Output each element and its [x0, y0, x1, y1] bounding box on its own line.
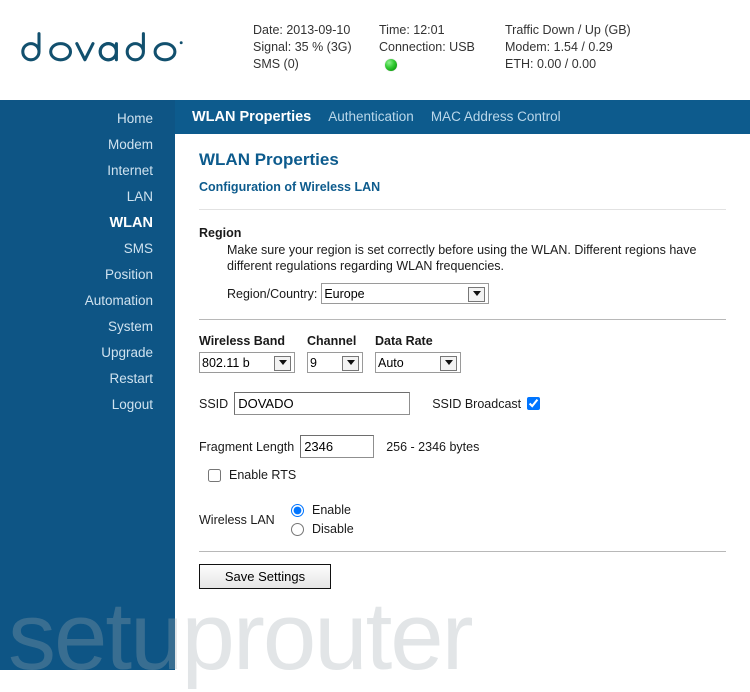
fragment-length-input[interactable]: [300, 435, 375, 458]
sidebar-item-lan[interactable]: LAN: [0, 184, 175, 210]
data-rate-group: Data Rate Auto: [375, 334, 461, 373]
enable-rts-row: Enable RTS: [208, 468, 750, 482]
sidebar-item-system[interactable]: System: [0, 314, 175, 340]
wireless-lan-row: Wireless LAN Enable Disable: [199, 503, 750, 536]
enable-rts-label: Enable RTS: [229, 468, 297, 482]
page-subtitle: Configuration of Wireless LAN: [199, 180, 381, 194]
wireless-lan-enable-label: Enable: [312, 503, 351, 517]
ssid-row: SSID SSID Broadcast: [199, 392, 750, 415]
data-rate-label: Data Rate: [375, 334, 433, 348]
channel-select[interactable]: 9: [307, 352, 363, 373]
status-eth-traffic: ETH: 0.00 / 0.00: [505, 57, 597, 71]
sidebar-item-modem[interactable]: Modem: [0, 132, 175, 158]
sidebar-item-upgrade[interactable]: Upgrade: [0, 340, 175, 366]
channel-group: Channel 9: [307, 334, 363, 373]
save-settings-button[interactable]: Save Settings: [199, 564, 331, 589]
enable-rts-checkbox[interactable]: [208, 468, 221, 482]
status-signal: Signal: 35 % (3G): [253, 40, 352, 54]
sidebar-item-wlan[interactable]: WLAN: [0, 210, 175, 236]
region-select-wrapper: Europe: [321, 283, 490, 304]
status-column-right: Traffic Down / Up (GB) Modem: 1.54 / 0.2…: [505, 22, 631, 73]
sidebar-item-automation[interactable]: Automation: [0, 288, 175, 314]
sidebar: Home Modem Internet LAN WLAN SMS Positio…: [0, 100, 175, 670]
status-sms: SMS (0): [253, 57, 299, 71]
wireless-lan-enable-radio[interactable]: [291, 503, 304, 517]
page-title: WLAN Properties: [199, 150, 339, 169]
status-modem-traffic: Modem: 1.54 / 0.29: [505, 40, 613, 54]
actions-row: Save Settings: [199, 564, 750, 589]
sidebar-item-sms[interactable]: SMS: [0, 236, 175, 262]
wireless-lan-disable-option: Disable: [291, 522, 354, 536]
connection-status-led-icon: [385, 59, 397, 71]
wireless-lan-disable-radio[interactable]: [291, 522, 304, 536]
data-rate-select[interactable]: Auto: [375, 352, 461, 373]
ssid-broadcast-checkbox[interactable]: [527, 397, 541, 410]
content-body: WLAN Properties Configuration of Wireles…: [175, 150, 750, 589]
channel-label: Channel: [307, 334, 357, 348]
sidebar-item-restart[interactable]: Restart: [0, 366, 175, 392]
dovado-logo: [12, 28, 192, 70]
fragment-length-hint: 256 - 2346 bytes: [386, 439, 480, 454]
region-description: Make sure your region is set correctly b…: [227, 243, 697, 273]
tab-authentication[interactable]: Authentication: [328, 100, 414, 134]
tab-bar: WLAN Properties Authentication MAC Addre…: [175, 100, 750, 134]
wireless-lan-label: Wireless LAN: [199, 512, 275, 527]
region-field-row: Region/Country: Europe: [227, 283, 750, 304]
region-country-label: Region/Country:: [227, 286, 318, 301]
channel-select-wrapper: 9: [307, 352, 363, 373]
status-traffic-title: Traffic Down / Up (GB): [505, 23, 631, 37]
status-time: Time: 12:01: [379, 23, 445, 37]
region-section-title: Region: [199, 226, 242, 240]
sidebar-item-home[interactable]: Home: [0, 106, 175, 132]
band-channel-rate-row: Wireless Band 802.11 b Channel 9 Data Ra…: [199, 334, 750, 373]
divider-actions-top: [199, 551, 726, 552]
tab-mac-address-control[interactable]: MAC Address Control: [431, 100, 561, 134]
wireless-band-label: Wireless Band: [199, 334, 286, 348]
main-content: WLAN Properties Authentication MAC Addre…: [175, 100, 750, 670]
wireless-band-select-wrapper: 802.11 b: [199, 352, 295, 373]
sidebar-nav: Home Modem Internet LAN WLAN SMS Positio…: [0, 100, 175, 418]
wireless-band-group: Wireless Band 802.11 b: [199, 334, 295, 373]
fragment-length-row: Fragment Length 256 - 2346 bytes: [199, 435, 750, 458]
radio-settings-section: Wireless Band 802.11 b Channel 9 Data Ra…: [199, 334, 750, 536]
divider-top: [199, 209, 726, 210]
sidebar-item-internet[interactable]: Internet: [0, 158, 175, 184]
wireless-lan-radio-group: Enable Disable: [291, 503, 354, 536]
wireless-lan-enable-option: Enable: [291, 503, 354, 517]
divider-region-bottom: [199, 319, 726, 320]
page-header: Date: 2013-09-10 Signal: 35 % (3G) SMS (…: [0, 0, 750, 100]
ssid-input[interactable]: [234, 392, 411, 415]
ssid-label: SSID: [199, 396, 229, 411]
status-column-middle: Time: 12:01 Connection: USB: [379, 22, 475, 71]
data-rate-select-wrapper: Auto: [375, 352, 461, 373]
status-date: Date: 2013-09-10: [253, 23, 351, 37]
ssid-broadcast-label: SSID Broadcast: [432, 396, 522, 411]
wireless-band-select[interactable]: 802.11 b: [199, 352, 295, 373]
region-country-select[interactable]: Europe: [321, 283, 490, 304]
sidebar-item-logout[interactable]: Logout: [0, 392, 175, 418]
status-column-left: Date: 2013-09-10 Signal: 35 % (3G) SMS (…: [253, 22, 352, 73]
status-connection: Connection: USB: [379, 40, 475, 54]
sidebar-item-position[interactable]: Position: [0, 262, 175, 288]
tab-wlan-properties[interactable]: WLAN Properties: [192, 100, 311, 134]
region-section: Region Make sure your region is set corr…: [199, 226, 750, 304]
wireless-lan-disable-label: Disable: [312, 522, 354, 536]
fragment-length-label: Fragment Length: [199, 439, 295, 454]
